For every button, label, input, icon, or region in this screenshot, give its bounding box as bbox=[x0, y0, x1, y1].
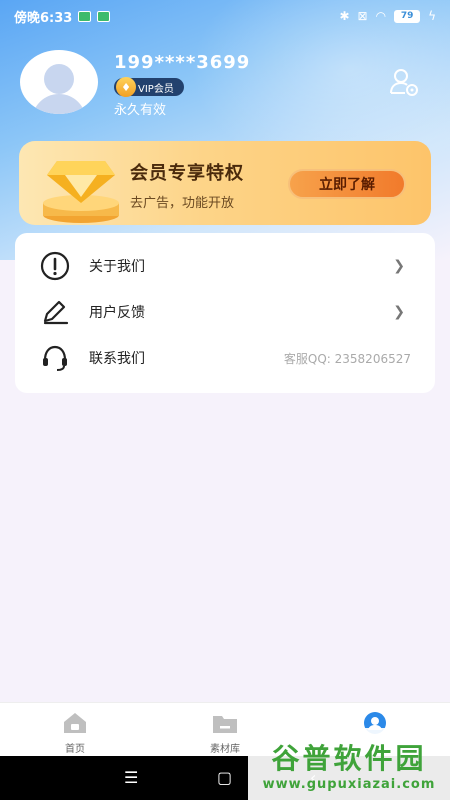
wifi-icon: ◠ bbox=[375, 9, 387, 23]
folder-icon bbox=[211, 711, 239, 735]
membership-validity: 永久有效 bbox=[114, 103, 167, 118]
account-settings-icon[interactable] bbox=[388, 66, 420, 98]
status-time: 傍晚6:33 bbox=[14, 10, 73, 26]
banner-subtitle: 去广告，功能开放 bbox=[130, 196, 235, 211]
user-phone-number: 199****3699 bbox=[114, 52, 251, 73]
watermark-url: www.gupuxiazai.com bbox=[262, 776, 436, 792]
tab-home[interactable]: 首页 bbox=[0, 703, 150, 757]
menu-icon[interactable]: ☰ bbox=[124, 768, 138, 787]
chevron-right-icon: ❯ bbox=[393, 258, 405, 274]
status-bar: 傍晚6:33 ✱ ⊠ ◠ 79 ϟ bbox=[0, 0, 450, 32]
vip-badge-label: VIP会员 bbox=[138, 83, 174, 95]
banner-title: 会员专享特权 bbox=[130, 163, 244, 184]
tab-label: 首页 bbox=[65, 744, 85, 755]
diamond-trophy-icon bbox=[31, 147, 131, 225]
battery-indicator: 79 bbox=[394, 9, 421, 23]
menu-item-feedback[interactable]: 用户反馈 ❯ bbox=[15, 289, 435, 335]
home-square-icon[interactable]: ▢ bbox=[217, 768, 232, 787]
info-circle-icon bbox=[37, 248, 73, 284]
avatar-body-shape bbox=[32, 94, 86, 114]
bluetooth-icon: ✱ bbox=[339, 9, 350, 23]
vip-gem-icon: ♦ bbox=[116, 77, 136, 97]
headset-icon bbox=[37, 340, 73, 376]
learn-more-button[interactable]: 立即了解 bbox=[288, 169, 406, 199]
sim-x-icon: ⊠ bbox=[357, 9, 368, 23]
watermark-title: 谷普软件园 bbox=[271, 741, 427, 775]
chevron-right-icon: ❯ bbox=[393, 304, 405, 320]
vip-badge: ♦ VIP会员 bbox=[114, 77, 184, 97]
menu-item-label: 联系我们 bbox=[89, 351, 145, 367]
avatar[interactable] bbox=[20, 50, 98, 114]
notification-app-icon bbox=[78, 10, 92, 22]
avatar-head-shape bbox=[44, 64, 74, 94]
settings-menu-card: 关于我们 ❯ 用户反馈 ❯ 联系我们 客服QQ: 2358206527 bbox=[15, 233, 435, 393]
watermark-logo: 谷普软件园 www.gupuxiazai.com bbox=[248, 728, 450, 800]
menu-item-label: 关于我们 bbox=[89, 259, 145, 275]
menu-item-about[interactable]: 关于我们 ❯ bbox=[15, 243, 435, 289]
customer-service-qq: 客服QQ: 2358206527 bbox=[283, 351, 411, 366]
home-icon bbox=[61, 711, 89, 735]
menu-item-label: 用户反馈 bbox=[89, 305, 145, 321]
menu-item-contact[interactable]: 联系我们 客服QQ: 2358206527 bbox=[15, 335, 435, 381]
notification-app-icon bbox=[97, 10, 111, 22]
vip-privilege-banner[interactable]: 会员专享特权 去广告，功能开放 立即了解 bbox=[19, 141, 431, 225]
charging-icon: ϟ bbox=[428, 9, 436, 23]
edit-pen-icon bbox=[37, 294, 73, 330]
